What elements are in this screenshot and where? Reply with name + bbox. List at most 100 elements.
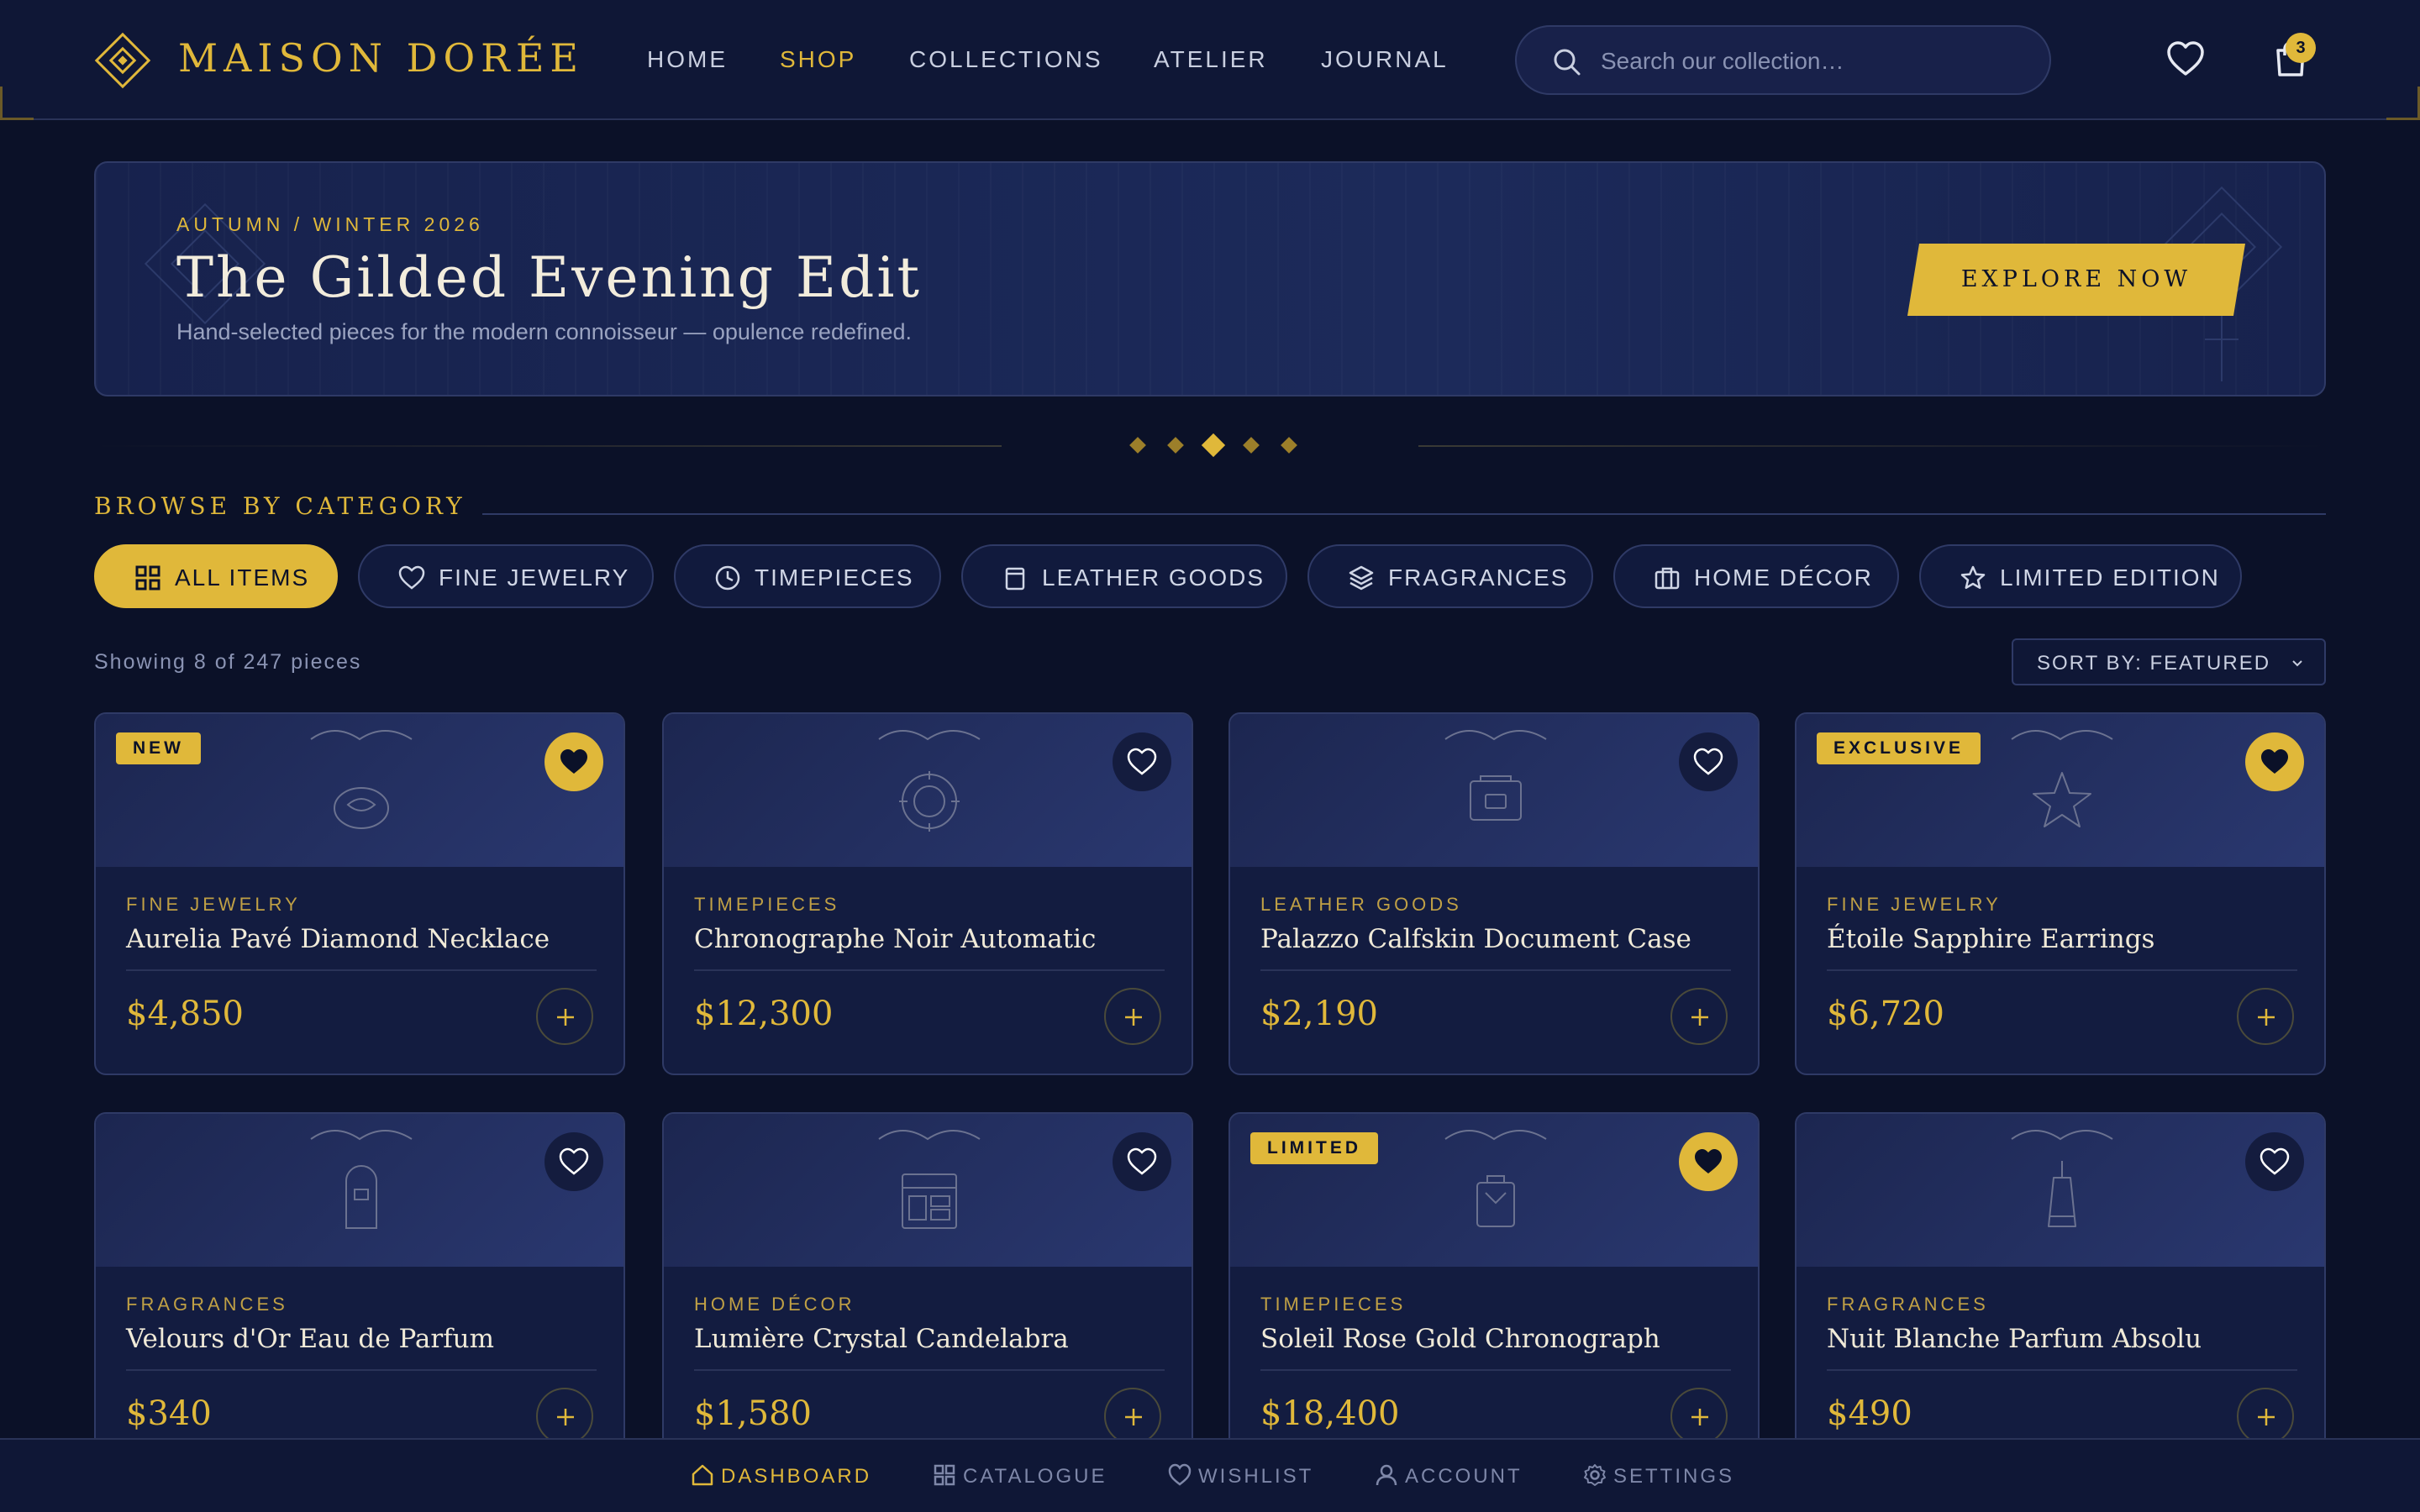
explore-now-button[interactable]: EXPLORE NOW bbox=[1907, 244, 2245, 316]
product-name[interactable]: Nuit Blanche Parfum Absolu bbox=[1827, 1324, 2202, 1354]
clock-icon bbox=[715, 565, 740, 591]
product-badge: NEW bbox=[116, 732, 201, 764]
product-image[interactable] bbox=[96, 1114, 623, 1267]
chip-timepieces[interactable]: TIMEPIECES bbox=[674, 544, 941, 608]
bottom-nav-label: DASHBOARD bbox=[721, 1465, 872, 1488]
favorite-button[interactable] bbox=[544, 1132, 603, 1191]
favorite-button[interactable] bbox=[1113, 732, 1171, 791]
product-image[interactable] bbox=[1230, 714, 1758, 867]
favorite-button[interactable] bbox=[2245, 1132, 2304, 1191]
plus-icon bbox=[557, 1009, 574, 1026]
bottom-navigation: DASHBOARD CATALOGUE WISHLIST ACCOUNT SET… bbox=[0, 1438, 2420, 1512]
carousel-dot[interactable] bbox=[1281, 437, 1297, 454]
chip-all-items[interactable]: ALL ITEMS bbox=[94, 544, 338, 608]
chip-limited-edition[interactable]: LIMITED EDITION bbox=[1919, 544, 2242, 608]
carousel-dot[interactable] bbox=[1129, 437, 1146, 454]
divider bbox=[1827, 1369, 2297, 1371]
product-image[interactable] bbox=[664, 714, 1192, 867]
product-name[interactable]: Étoile Sapphire Earrings bbox=[1827, 924, 2154, 954]
plus-icon bbox=[2258, 1009, 2275, 1026]
product-name[interactable]: Lumière Crystal Candelabra bbox=[694, 1324, 1069, 1354]
grid-icon bbox=[135, 565, 160, 591]
favorite-button[interactable] bbox=[1113, 1132, 1171, 1191]
brand-name[interactable]: MAISON DORÉE bbox=[178, 35, 584, 81]
heart-icon bbox=[398, 565, 425, 590]
nav-journal[interactable]: JOURNAL bbox=[1321, 46, 1449, 73]
add-to-cart-button[interactable] bbox=[536, 1388, 593, 1445]
product-card[interactable]: FRAGRANCES Nuit Blanche Parfum Absolu $4… bbox=[1795, 1112, 2326, 1475]
product-card[interactable]: LEATHER GOODS Palazzo Calfskin Document … bbox=[1228, 712, 1760, 1075]
search-bar[interactable] bbox=[1515, 25, 2051, 95]
chip-fragrances[interactable]: FRAGRANCES bbox=[1307, 544, 1593, 608]
product-price: $18,400 bbox=[1260, 1394, 1400, 1433]
product-name[interactable]: Palazzo Calfskin Document Case bbox=[1260, 924, 1691, 954]
plus-icon bbox=[557, 1409, 574, 1425]
chip-fine-jewelry[interactable]: FINE JEWELRY bbox=[358, 544, 654, 608]
nav-home[interactable]: HOME bbox=[647, 46, 728, 73]
carousel-dot[interactable] bbox=[1243, 437, 1260, 454]
add-to-cart-button[interactable] bbox=[1104, 988, 1161, 1045]
add-to-cart-button[interactable] bbox=[1670, 1388, 1728, 1445]
divider bbox=[126, 969, 597, 971]
favorite-button[interactable] bbox=[1679, 732, 1738, 791]
bottle-icon bbox=[1444, 1130, 1547, 1227]
add-to-cart-button[interactable] bbox=[1670, 988, 1728, 1045]
plus-icon bbox=[1125, 1409, 1142, 1425]
nav-collections[interactable]: COLLECTIONS bbox=[909, 46, 1103, 73]
heart-outline-icon bbox=[1127, 748, 1157, 775]
briefcase-icon bbox=[1655, 567, 1680, 590]
product-card[interactable]: FRAGRANCES Velours d'Or Eau de Parfum $3… bbox=[94, 1112, 625, 1475]
sort-dropdown[interactable]: SORT BY: FEATURED bbox=[2012, 638, 2326, 685]
divider bbox=[94, 445, 1002, 447]
chip-label: LEATHER GOODS bbox=[1042, 564, 1265, 591]
necklace-icon bbox=[310, 730, 413, 829]
product-card[interactable]: LIMITED TIMEPIECES Soleil Rose Gold Chro… bbox=[1228, 1112, 1760, 1475]
product-price: $12,300 bbox=[694, 995, 834, 1033]
nav-shop[interactable]: SHOP bbox=[780, 46, 856, 73]
carousel-dot-active[interactable] bbox=[1201, 433, 1226, 458]
star-icon bbox=[1960, 565, 1986, 590]
carousel-indicators bbox=[94, 432, 2326, 460]
case-icon bbox=[1444, 730, 1547, 821]
product-card[interactable]: TIMEPIECES Chronographe Noir Automatic $… bbox=[662, 712, 1193, 1075]
chip-leather-goods[interactable]: LEATHER GOODS bbox=[961, 544, 1287, 608]
watch-icon bbox=[878, 730, 981, 832]
corner-ornament bbox=[2386, 87, 2420, 120]
divider bbox=[694, 969, 1165, 971]
add-to-cart-button[interactable] bbox=[1104, 1388, 1161, 1445]
favorite-button[interactable] bbox=[1679, 1132, 1738, 1191]
chip-label: FRAGRANCES bbox=[1388, 564, 1569, 591]
favorite-button[interactable] bbox=[544, 732, 603, 791]
product-badge: LIMITED bbox=[1250, 1132, 1378, 1164]
brand-logo-icon[interactable] bbox=[94, 32, 151, 89]
favorite-button[interactable] bbox=[2245, 732, 2304, 791]
product-card[interactable]: NEW FINE JEWELRY Aurelia Pavé Diamond Ne… bbox=[94, 712, 625, 1075]
chip-label: FINE JEWELRY bbox=[439, 564, 630, 591]
add-to-cart-button[interactable] bbox=[2237, 988, 2294, 1045]
heart-filled-icon bbox=[560, 749, 587, 774]
carousel-dot[interactable] bbox=[1167, 437, 1184, 454]
product-category: HOME DÉCOR bbox=[694, 1294, 855, 1315]
add-to-cart-button[interactable] bbox=[536, 988, 593, 1045]
chip-home-decor[interactable]: HOME DÉCOR bbox=[1613, 544, 1899, 608]
add-to-cart-button[interactable] bbox=[2237, 1388, 2294, 1445]
wishlist-heart-icon[interactable] bbox=[2166, 40, 2205, 77]
product-image[interactable] bbox=[1797, 1114, 2324, 1267]
product-image[interactable] bbox=[664, 1114, 1192, 1267]
product-card[interactable]: EXCLUSIVE FINE JEWELRY Étoile Sapphire E… bbox=[1795, 712, 2326, 1075]
product-name[interactable]: Chronographe Noir Automatic bbox=[694, 924, 1096, 954]
product-category: FINE JEWELRY bbox=[1827, 894, 2002, 915]
nav-atelier[interactable]: ATELIER bbox=[1154, 46, 1268, 73]
product-name[interactable]: Soleil Rose Gold Chronograph bbox=[1260, 1324, 1660, 1354]
star-icon bbox=[2011, 730, 2113, 827]
product-name[interactable]: Velours d'Or Eau de Parfum bbox=[126, 1324, 494, 1354]
product-name[interactable]: Aurelia Pavé Diamond Necklace bbox=[126, 924, 550, 954]
bottom-nav-label: WISHLIST bbox=[1198, 1465, 1314, 1488]
search-input[interactable] bbox=[1601, 39, 2029, 84]
user-icon bbox=[1376, 1464, 1397, 1486]
vial-icon bbox=[2011, 1130, 2113, 1227]
product-category: FRAGRANCES bbox=[1827, 1294, 1989, 1315]
perfume-icon bbox=[310, 1130, 413, 1229]
product-card[interactable]: HOME DÉCOR Lumière Crystal Candelabra $1… bbox=[662, 1112, 1193, 1475]
top-header: MAISON DORÉE HOME SHOP COLLECTIONS ATELI… bbox=[0, 0, 2420, 120]
